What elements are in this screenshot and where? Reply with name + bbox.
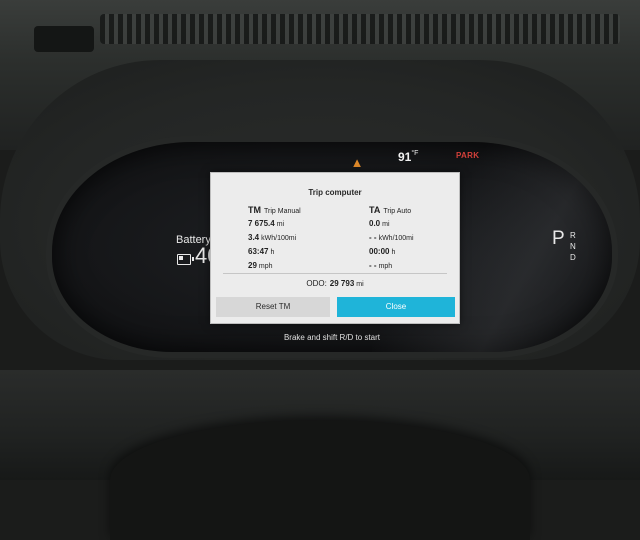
seatbelt-warning-icon: ▲: [350, 155, 364, 170]
trip-manual-consumption: 3.4 kWh/100mi: [248, 233, 297, 242]
trip-manual-time: 63:47 h: [248, 247, 275, 256]
gear-options: R N D: [570, 230, 576, 263]
trip-auto-time: 00:00 h: [369, 247, 396, 256]
battery-icon: [177, 254, 194, 265]
close-button[interactable]: Close: [337, 297, 455, 317]
trip-manual-column: TM Trip Manual 7 675.4 mi 3.4 kWh/100mi 63:…: [248, 205, 358, 275]
trip-auto-header: TA Trip Auto: [369, 205, 412, 215]
outside-temperature: 91°F: [398, 150, 419, 164]
trip-manual-distance: 7 675.4 mi: [248, 219, 285, 228]
trip-auto-consumption: - - kWh/100mi: [369, 233, 414, 242]
air-vent: [100, 14, 620, 44]
odometer: ODO: 29 793 mi: [306, 279, 364, 288]
trip-manual-header: TM Trip Manual: [248, 205, 301, 215]
gear-current: P: [552, 228, 565, 249]
trip-auto-distance: 0.0 mi: [369, 219, 390, 228]
dialog-divider: [223, 273, 447, 274]
trip-computer-dialog: Trip computer TM Trip Manual 7 675.4 mi 3.…: [210, 172, 460, 324]
reset-tm-button[interactable]: Reset TM: [216, 297, 330, 317]
steering-wheel: [110, 420, 530, 540]
dialog-title: Trip computer: [308, 188, 362, 197]
gear-option-d: D: [570, 253, 576, 262]
park-indicator: PARK: [456, 151, 480, 160]
trip-auto-column: TA Trip Auto 0.0 mi - - kWh/100mi 00:00 h - …: [369, 205, 479, 275]
gear-option-n: N: [570, 242, 576, 251]
left-vent: [34, 26, 94, 52]
instrument-cluster-display: ▲ 91°F PARK Battery 40 P R N D Trip comp…: [52, 142, 612, 352]
temperature-unit: °F: [411, 150, 419, 157]
gear-option-r: R: [570, 231, 576, 240]
start-hint: Brake and shift R/D to start: [283, 333, 381, 342]
